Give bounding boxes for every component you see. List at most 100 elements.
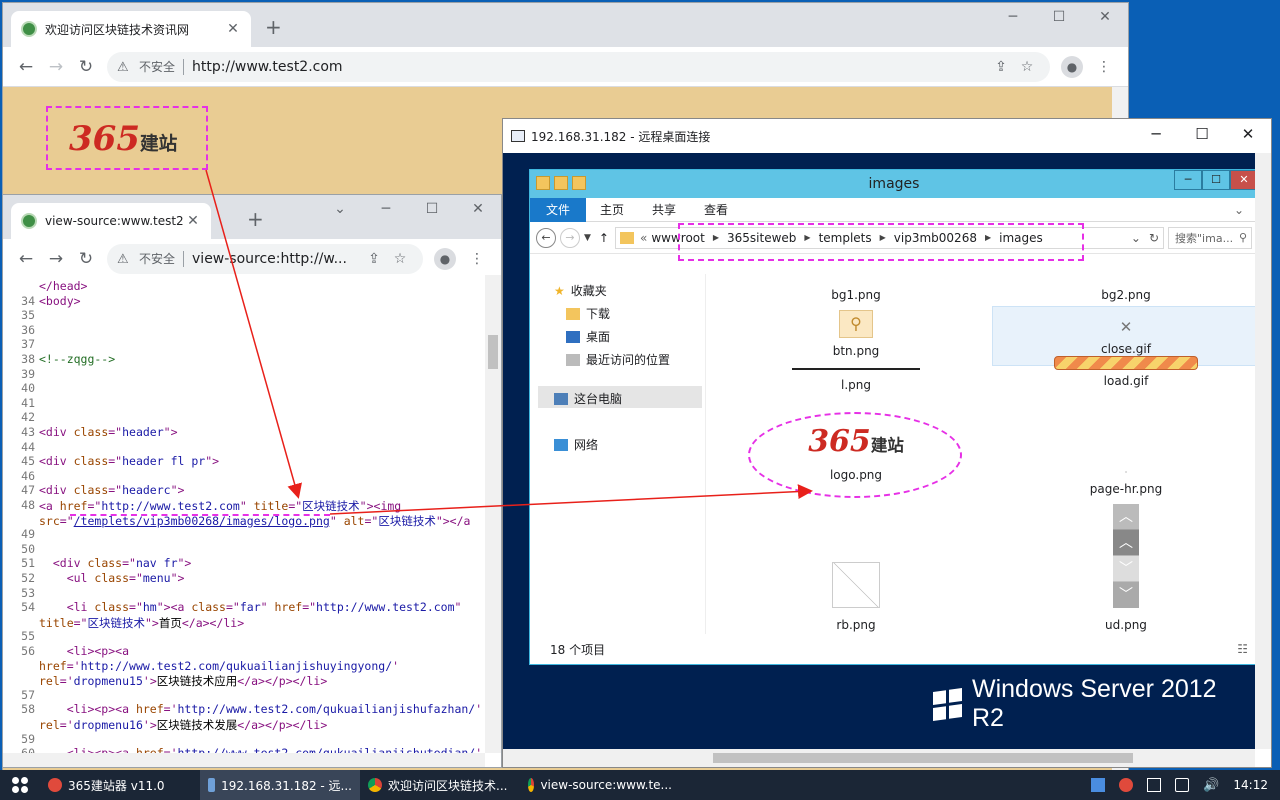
- reload-button[interactable]: ↻: [71, 57, 101, 77]
- source-line[interactable]: title="区块链技术">首页</a></li>: [39, 615, 244, 631]
- menu-kebab-icon[interactable]: ⋮: [461, 251, 493, 267]
- close-button[interactable]: ✕: [1082, 9, 1128, 25]
- maximize-button[interactable]: ☐: [1036, 9, 1082, 25]
- source-line[interactable]: <ul class="menu">: [39, 571, 185, 585]
- address-bar[interactable]: ⚠ 不安全 view-source:http://w... ⇪ ☆: [107, 243, 423, 274]
- close-button[interactable]: ✕: [455, 201, 501, 217]
- recent-dropdown-icon[interactable]: ▼: [584, 233, 591, 243]
- file-item-bg1[interactable]: bg1.png: [806, 274, 906, 302]
- file-item-rb[interactable]: rb.png: [806, 562, 906, 632]
- details-view-icon[interactable]: ☷: [1237, 642, 1248, 656]
- back-button[interactable]: ←: [11, 249, 41, 269]
- usb-icon[interactable]: [1147, 778, 1162, 792]
- maximize-button[interactable]: ☐: [1179, 125, 1225, 143]
- back-button[interactable]: ←: [536, 227, 556, 248]
- nav-item-downloads[interactable]: 下载: [566, 305, 610, 322]
- horizontal-scrollbar[interactable]: [3, 753, 485, 767]
- url-text[interactable]: view-source:http://w...: [192, 251, 361, 267]
- tab-close-icon[interactable]: ✕: [185, 213, 201, 229]
- search-icon[interactable]: ⚲: [1239, 231, 1251, 244]
- taskbar-item-sitebuilder[interactable]: 365建站器 v11.0: [40, 770, 200, 800]
- profile-avatar-icon[interactable]: ●: [434, 247, 456, 270]
- minimize-button[interactable]: ─: [990, 9, 1036, 25]
- source-line[interactable]: </head>: [39, 279, 87, 293]
- star-icon[interactable]: ☆: [1014, 59, 1040, 75]
- new-tab-button[interactable]: +: [265, 15, 282, 39]
- source-line[interactable]: <li><p><a href='http://www.test2.com/quk…: [39, 702, 482, 716]
- tab-close-icon[interactable]: ✕: [225, 21, 241, 37]
- source-line[interactable]: rel='dropmenu16'>区块链技术发展</a></p></li>: [39, 717, 327, 733]
- star-icon[interactable]: ☆: [387, 251, 413, 267]
- source-line[interactable]: <div class="headerc">: [39, 483, 184, 497]
- maximize-button[interactable]: ☐: [1202, 170, 1230, 190]
- reload-button[interactable]: ↻: [71, 249, 101, 269]
- properties-icon[interactable]: [554, 176, 568, 190]
- source-line[interactable]: <a href="http://www.test2.com" title="区块…: [39, 498, 401, 514]
- source-line[interactable]: <body>: [39, 294, 81, 308]
- source-line[interactable]: <div class="header">: [39, 425, 178, 439]
- ribbon-tab-view[interactable]: 查看: [690, 201, 742, 218]
- clock[interactable]: 14:12: [1233, 778, 1268, 792]
- url-text[interactable]: http://www.test2.com: [192, 59, 988, 75]
- network-icon[interactable]: [1091, 778, 1106, 792]
- display-icon[interactable]: [1175, 778, 1190, 792]
- explorer-search-input[interactable]: 搜索"ima... ⚲: [1168, 226, 1252, 249]
- nav-item-recent[interactable]: 最近访问的位置: [566, 351, 670, 368]
- source-line[interactable]: href='http://www.test2.com/qukuailianjis…: [39, 659, 399, 673]
- refresh-icon[interactable]: ↻: [1149, 231, 1159, 245]
- chevron-down-icon[interactable]: ⌄: [1220, 203, 1255, 217]
- nav-item-this-pc[interactable]: 这台电脑: [554, 390, 622, 407]
- nav-item-desktop[interactable]: 桌面: [566, 328, 610, 345]
- start-button[interactable]: [0, 770, 40, 800]
- tab-view-source[interactable]: view-source:www.test2.com ✕: [11, 203, 211, 239]
- overflow-chevron-icon[interactable]: «: [640, 231, 647, 245]
- profile-avatar-icon[interactable]: ●: [1061, 55, 1083, 78]
- forward-button[interactable]: →: [41, 57, 71, 77]
- tab-main-site[interactable]: 欢迎访问区块链技术资讯网 ✕: [11, 11, 251, 47]
- source-line[interactable]: <li><p><a: [39, 644, 129, 658]
- chevron-down-icon[interactable]: ⌄: [1131, 231, 1141, 245]
- minimize-button[interactable]: ─: [363, 201, 409, 217]
- volume-icon[interactable]: 🔊: [1203, 778, 1219, 793]
- up-arrow-icon[interactable]: ↑: [599, 231, 609, 245]
- file-item-close[interactable]: ✕ close.gif: [1076, 318, 1176, 356]
- vertical-scrollbar[interactable]: [485, 275, 501, 753]
- address-bar[interactable]: ⚠ 不安全 http://www.test2.com ⇪ ☆: [107, 51, 1050, 82]
- new-tab-button[interactable]: +: [247, 207, 264, 231]
- file-item-ud[interactable]: ︿ ︿ ﹀ ﹀ ud.png: [1076, 504, 1176, 632]
- scrollbar-thumb[interactable]: [713, 753, 1133, 763]
- share-icon[interactable]: ⇪: [361, 251, 387, 267]
- new-folder-icon[interactable]: [572, 176, 586, 190]
- nav-item-favorites[interactable]: ★ 收藏夹: [554, 282, 607, 299]
- source-line[interactable]: <li class="hm"><a class="far" href="http…: [39, 600, 462, 614]
- forward-button[interactable]: →: [560, 227, 580, 248]
- file-item-page-hr[interactable]: · page-hr.png: [1076, 468, 1176, 496]
- nav-item-network[interactable]: 网络: [554, 436, 598, 453]
- minimize-button[interactable]: ─: [1133, 125, 1179, 143]
- ribbon-tab-home[interactable]: 主页: [586, 201, 638, 218]
- source-line[interactable]: <div class="header fl pr">: [39, 454, 219, 468]
- chevron-down-icon[interactable]: ⌄: [317, 201, 363, 217]
- app-tray-icon[interactable]: [1119, 778, 1134, 792]
- source-line[interactable]: <div class="nav fr">: [39, 556, 192, 570]
- minimize-button[interactable]: ─: [1174, 170, 1202, 190]
- source-line[interactable]: <!--zqgg-->: [39, 352, 115, 366]
- folder-icon[interactable]: [536, 176, 550, 190]
- source-line[interactable]: <li><p><a href='http://www.test2.com/quk…: [39, 746, 482, 753]
- maximize-button[interactable]: ☐: [409, 201, 455, 217]
- taskbar-item-rdp[interactable]: 192.168.31.182 - 远...: [200, 770, 360, 800]
- ribbon-tab-share[interactable]: 共享: [638, 201, 690, 218]
- menu-kebab-icon[interactable]: ⋮: [1088, 59, 1120, 75]
- file-item-btn[interactable]: ⚲ btn.png: [806, 310, 906, 358]
- scrollbar-thumb[interactable]: [488, 335, 498, 369]
- close-button[interactable]: ✕: [1225, 125, 1271, 143]
- ribbon-tab-file[interactable]: 文件: [530, 197, 587, 222]
- file-item-l[interactable]: l.png: [786, 368, 926, 392]
- forward-button[interactable]: →: [41, 249, 71, 269]
- source-line[interactable]: rel='dropmenu15'>区块链技术应用</a></p></li>: [39, 673, 327, 689]
- share-icon[interactable]: ⇪: [988, 59, 1014, 75]
- taskbar-item-chrome-source[interactable]: view-source:www.te...: [520, 770, 680, 800]
- horizontal-scrollbar[interactable]: [503, 749, 1255, 767]
- file-item-bg2[interactable]: bg2.png: [1076, 274, 1176, 302]
- back-button[interactable]: ←: [11, 57, 41, 77]
